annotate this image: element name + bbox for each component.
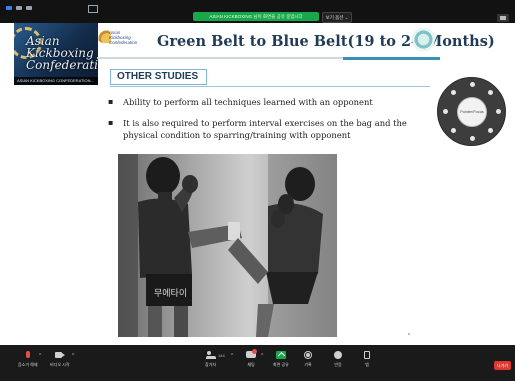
caret-icon[interactable]: ^ bbox=[39, 353, 41, 359]
title-divider-accent bbox=[343, 57, 440, 60]
slide-logo: Asian Kickboxing Confederation bbox=[97, 27, 145, 53]
window-controls bbox=[6, 6, 32, 10]
toolbar-label: 화면 공유 bbox=[273, 362, 289, 367]
toolbar-label: 음소거 해제 bbox=[18, 362, 38, 367]
toolbar-participants[interactable]: 참가자 bbox=[205, 351, 216, 368]
annotation-radial-menu[interactable]: Pointer/Focus bbox=[437, 77, 506, 146]
chat-icon bbox=[246, 349, 257, 359]
overlay-line: Confederatio bbox=[26, 58, 98, 72]
laser-icon[interactable] bbox=[451, 90, 456, 95]
mic-muted-icon bbox=[23, 351, 33, 359]
slide-marker bbox=[408, 333, 410, 335]
toolbar-share-screen[interactable]: 화면 공유 bbox=[273, 351, 289, 368]
video-icon bbox=[54, 351, 65, 359]
text-icon[interactable] bbox=[443, 109, 448, 114]
sparring-photo: 무에타이 bbox=[118, 154, 337, 337]
bullet-item: ▪ Ability to perform all techniques lear… bbox=[108, 96, 443, 108]
toolbar-video[interactable]: 비디오 시작 bbox=[50, 351, 70, 368]
toolbar-label: 채팅 bbox=[247, 362, 255, 367]
leave-button[interactable]: 나가기 bbox=[494, 361, 511, 370]
shorts-text: 무에타이 bbox=[154, 288, 187, 299]
minimize-icon[interactable] bbox=[6, 6, 12, 10]
share-status-text: ASIAN KICKBOXING 님이 화면을 공유 중입니다 bbox=[209, 13, 303, 19]
toolbar-reactions[interactable]: 반응 bbox=[333, 351, 343, 368]
caret-icon[interactable]: ^ bbox=[261, 353, 263, 359]
toolbar-apps[interactable]: 앱 bbox=[362, 351, 372, 368]
layout-icon[interactable] bbox=[26, 6, 32, 10]
toolbar-label: 앱 bbox=[365, 362, 369, 367]
participant-name: ASIAN KICKBOXING CONFEDERATION... bbox=[14, 77, 98, 85]
caret-icon[interactable]: ^ bbox=[72, 353, 74, 359]
toolbar-chat[interactable]: 채팅 bbox=[246, 349, 257, 368]
fullscreen-icon[interactable] bbox=[88, 5, 98, 13]
toolbar-label: 참가자 bbox=[205, 362, 217, 367]
slide-title: Green Belt to Blue Belt(19 to 24 Months) bbox=[157, 33, 495, 50]
participants-icon bbox=[205, 351, 216, 359]
toolbar-label: 기록 bbox=[304, 362, 312, 367]
highlighter-icon[interactable] bbox=[488, 90, 493, 95]
caret-icon[interactable]: ^ bbox=[231, 353, 233, 359]
grid-icon[interactable] bbox=[16, 6, 22, 10]
meeting-toolbar bbox=[0, 345, 515, 381]
apps-icon bbox=[362, 351, 372, 359]
slide-logo-text: Asian Kickboxing Confederation bbox=[109, 30, 137, 45]
bullet-item: ▪ It is also required to perform interva… bbox=[108, 117, 443, 141]
share-screen-icon bbox=[275, 351, 286, 359]
bullet-text: It is also required to perform interval … bbox=[123, 118, 407, 140]
emblem-logo-icon bbox=[412, 28, 435, 51]
eraser-icon[interactable] bbox=[488, 128, 493, 133]
toolbar-label: 반응 bbox=[334, 362, 342, 367]
reactions-icon bbox=[333, 351, 343, 359]
bullet-text: Ability to perform all techniques learne… bbox=[123, 97, 373, 107]
toolbar-record[interactable]: 기록 bbox=[303, 351, 313, 368]
radial-center-button[interactable]: Pointer/Focus bbox=[457, 97, 487, 127]
screen-share-status[interactable]: ASIAN KICKBOXING 님이 화면을 공유 중입니다 bbox=[193, 12, 319, 21]
participant-video-thumbnail[interactable]: Asian Kickboxing Confederatio ASIAN KICK… bbox=[14, 23, 98, 85]
bullet-icon: ▪ bbox=[108, 118, 114, 127]
section-divider bbox=[110, 86, 430, 87]
redo-icon[interactable] bbox=[451, 128, 456, 133]
section-heading: OTHER STUDIES bbox=[110, 69, 207, 85]
participant-overlay-text: Asian Kickboxing Confederatio bbox=[26, 35, 98, 71]
shape-icon[interactable] bbox=[496, 109, 501, 114]
pen-icon[interactable] bbox=[470, 82, 475, 87]
bullet-icon: ▪ bbox=[108, 97, 114, 106]
record-icon bbox=[303, 351, 313, 359]
toolbar-unmute[interactable]: 음소거 해제 bbox=[18, 351, 38, 368]
window-restore-icon[interactable] bbox=[497, 14, 509, 22]
toolbar-label: 비디오 시작 bbox=[50, 362, 70, 367]
participant-count: 144 bbox=[218, 353, 225, 358]
view-options-button[interactable]: 보기 옵션 ⌄ bbox=[322, 12, 352, 23]
sparring-photo-graphic: 무에타이 bbox=[118, 154, 337, 337]
logo-line: Confederation bbox=[109, 40, 138, 45]
undo-icon[interactable] bbox=[470, 136, 475, 141]
